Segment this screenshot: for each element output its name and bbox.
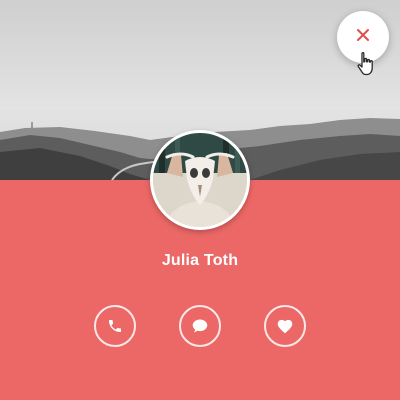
like-button[interactable] [264, 305, 306, 347]
profile-name: Julia Toth [161, 252, 239, 269]
close-icon [356, 28, 370, 47]
heart-icon [276, 318, 294, 334]
close-button[interactable] [337, 11, 389, 63]
action-bar [0, 305, 400, 351]
profile-card: Julia Toth [0, 0, 400, 400]
avatar [150, 130, 250, 230]
message-button[interactable] [179, 305, 221, 347]
call-button[interactable] [94, 305, 136, 347]
chat-bubble-icon [191, 318, 209, 334]
phone-icon [107, 318, 123, 334]
